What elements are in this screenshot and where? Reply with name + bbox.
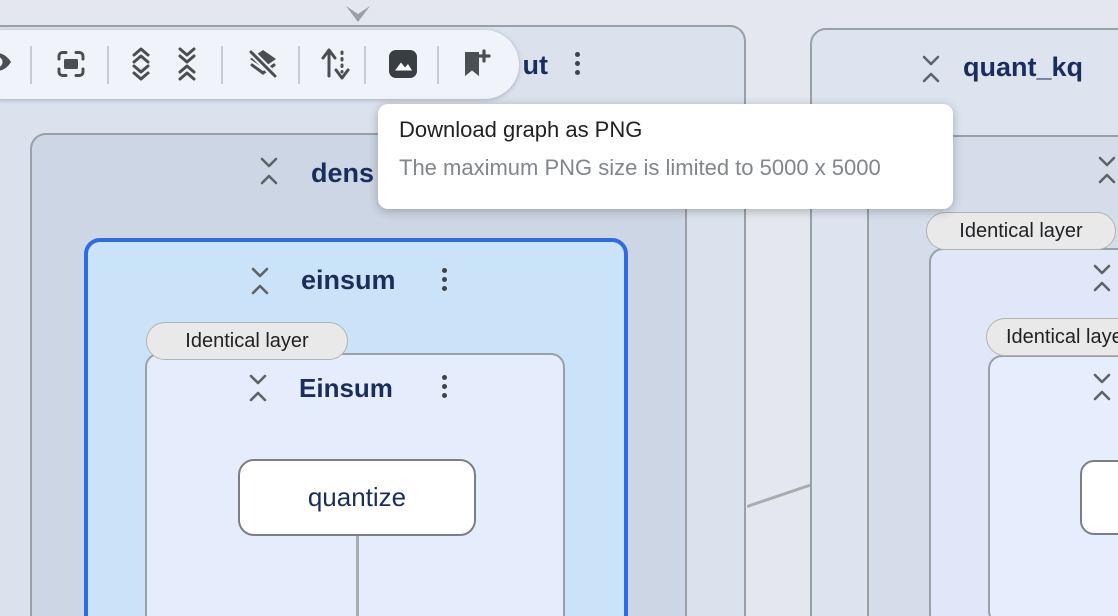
identical-layer-badge: Identical layer [926, 212, 1116, 250]
add-bookmark-icon[interactable] [459, 47, 493, 81]
tooltip-download-png: Download graph as PNG The maximum PNG si… [378, 104, 953, 209]
toolbar-divider [298, 46, 300, 84]
toolbar-divider [221, 46, 223, 84]
group-quant-kq-title: quant_kq [963, 52, 1083, 83]
identical-layer-badge: Identical layer [986, 318, 1118, 356]
collapse-layer-icon[interactable] [1096, 155, 1118, 185]
group-einsum-inner-title: Einsum [299, 373, 393, 404]
collapse-layer-icon[interactable] [920, 54, 942, 84]
edge-cross-group [747, 483, 813, 507]
fit-to-screen-icon[interactable] [54, 47, 88, 81]
expand-all-layers-icon[interactable] [124, 47, 158, 81]
flatten-layers-icon[interactable] [245, 46, 281, 82]
download-png-icon[interactable] [385, 46, 421, 82]
collapse-layer-icon[interactable] [249, 266, 271, 296]
group-dense-title: dens [311, 158, 374, 189]
graph-toolbar [0, 30, 519, 99]
node-right-partial[interactable] [1080, 460, 1118, 535]
tooltip-subtitle: The maximum PNG size is limited to 5000 … [399, 155, 953, 181]
group-einsum-title: einsum [301, 265, 396, 296]
edge-from-quantize [356, 536, 359, 616]
collapse-layer-icon[interactable] [1091, 372, 1113, 402]
collapse-layer-icon[interactable] [258, 156, 280, 186]
toolbar-divider [30, 46, 32, 84]
node-quantize-label: quantize [308, 482, 406, 513]
group-root-menu-icon[interactable] [575, 52, 581, 75]
trace-up-down-icon[interactable] [318, 46, 352, 82]
model-graph-canvas[interactable]: ut dens einsum Identical layer Einsum qu… [0, 0, 1118, 616]
toolbar-divider [437, 46, 439, 84]
collapse-layer-icon[interactable] [247, 373, 269, 403]
toolbar-divider [364, 46, 366, 84]
group-einsum-inner-menu-icon[interactable] [442, 375, 448, 398]
edge-arrowhead-icon [345, 5, 371, 23]
toggle-visibility-icon[interactable] [0, 50, 14, 74]
identical-layer-badge: Identical layer [146, 322, 348, 360]
collapse-layer-icon[interactable] [1091, 263, 1113, 293]
toolbar-divider [107, 46, 109, 84]
group-einsum-menu-icon[interactable] [442, 268, 448, 291]
collapse-all-layers-icon[interactable] [170, 47, 204, 81]
node-quantize[interactable]: quantize [238, 459, 476, 536]
tooltip-title: Download graph as PNG [399, 117, 953, 143]
